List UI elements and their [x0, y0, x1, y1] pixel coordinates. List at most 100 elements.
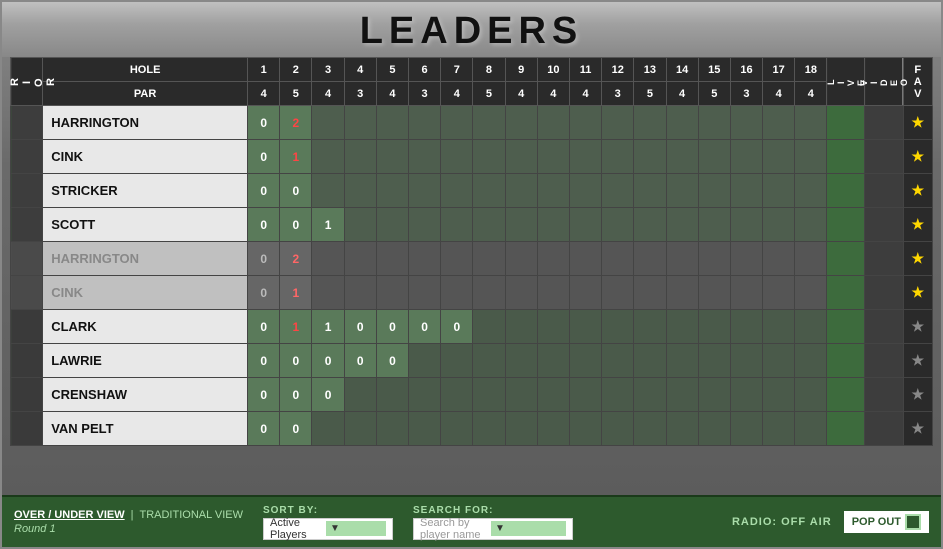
- star-gold-icon[interactable]: ★: [911, 284, 924, 300]
- prior-cell: [11, 208, 43, 242]
- video-cell: [865, 242, 903, 276]
- live-cell: [827, 208, 865, 242]
- hole-score-cell: [569, 344, 601, 378]
- hole-18-header: 18: [795, 58, 827, 82]
- hole-score-cell: [473, 310, 505, 344]
- hole-7-header: 7: [441, 58, 473, 82]
- over-under-view-link[interactable]: OVER / UNDER VIEW: [14, 509, 125, 521]
- page-title: LEADERS: [2, 10, 941, 53]
- hole-score-cell: [473, 378, 505, 412]
- fav-cell[interactable]: ★: [903, 344, 932, 378]
- round-label: Round 1: [14, 523, 243, 535]
- star-gold-icon[interactable]: ★: [911, 182, 924, 198]
- hole-score-cell: [602, 344, 634, 378]
- fav-cell[interactable]: ★: [903, 174, 932, 208]
- hole-score-cell: [473, 412, 505, 446]
- star-gray-icon[interactable]: ★: [911, 386, 924, 402]
- hole-score-cell: 0: [441, 310, 473, 344]
- hole-score-cell: [634, 174, 666, 208]
- table-row: CLARK0110000★: [11, 310, 933, 344]
- hole-score-cell: 0: [248, 140, 280, 174]
- video-cell: [865, 174, 903, 208]
- hole-score-cell: [666, 208, 698, 242]
- hole-score-cell: [537, 174, 569, 208]
- par-18: 4: [795, 82, 827, 106]
- star-gold-icon[interactable]: ★: [911, 114, 924, 130]
- video-header: VIDEO: [865, 58, 903, 106]
- hole-score-cell: 0: [312, 344, 344, 378]
- hole-score-cell: [569, 412, 601, 446]
- hole-score-cell: [666, 344, 698, 378]
- hole-score-cell: [312, 140, 344, 174]
- traditional-view-link[interactable]: TRADITIONAL VIEW: [139, 509, 243, 521]
- hole-score-cell: [634, 140, 666, 174]
- search-dropdown[interactable]: Search by player name ▼: [413, 518, 573, 540]
- hole-score-cell: [537, 310, 569, 344]
- fav-cell[interactable]: ★: [903, 140, 932, 174]
- leaderboard-table: PRIOR HOLE 1 2 3 4 5 6 7 8 9 10 11 12: [10, 57, 933, 446]
- hole-score-cell: [537, 140, 569, 174]
- hole-score-cell: [409, 378, 441, 412]
- star-gray-icon[interactable]: ★: [911, 318, 924, 334]
- video-cell: [865, 378, 903, 412]
- hole-score-cell: [569, 208, 601, 242]
- hole-score-cell: [441, 106, 473, 140]
- hole-score-cell: [666, 276, 698, 310]
- live-cell: [827, 174, 865, 208]
- fav-cell[interactable]: ★: [903, 378, 932, 412]
- fav-cell[interactable]: ★: [903, 276, 932, 310]
- hole-score-cell: [569, 310, 601, 344]
- table-row: STRICKER00★: [11, 174, 933, 208]
- star-gray-icon[interactable]: ★: [911, 420, 924, 436]
- hole-score-cell: [569, 140, 601, 174]
- video-cell: [865, 412, 903, 446]
- live-cell: [827, 412, 865, 446]
- hole-score-cell: [344, 140, 376, 174]
- fav-cell[interactable]: ★: [903, 242, 932, 276]
- prior-cell: [11, 140, 43, 174]
- par-header-row: PAR 4 5 4 3 4 3 4 5 4 4 4 3 5 4: [11, 82, 933, 106]
- fav-cell[interactable]: ★: [903, 106, 932, 140]
- par-label: PAR: [43, 82, 248, 106]
- hole-score-cell: [537, 208, 569, 242]
- hole-score-cell: [795, 208, 827, 242]
- hole-2-header: 2: [280, 58, 312, 82]
- hole-score-cell: [698, 208, 730, 242]
- hole-score-cell: [730, 140, 762, 174]
- hole-score-cell: [698, 106, 730, 140]
- hole-score-cell: [763, 378, 795, 412]
- hole-score-cell: [505, 378, 537, 412]
- hole-score-cell: [376, 412, 408, 446]
- hole-score-cell: [441, 412, 473, 446]
- star-gold-icon[interactable]: ★: [911, 148, 924, 164]
- fav-cell[interactable]: ★: [903, 412, 932, 446]
- hole-score-cell: [344, 106, 376, 140]
- hole-score-cell: [441, 140, 473, 174]
- search-dropdown-arrow: ▼: [491, 521, 566, 536]
- fav-cell[interactable]: ★: [903, 208, 932, 242]
- hole-score-cell: [569, 174, 601, 208]
- par-3: 4: [312, 82, 344, 106]
- fav-cell[interactable]: ★: [903, 310, 932, 344]
- hole-score-cell: [441, 344, 473, 378]
- star-gray-icon[interactable]: ★: [911, 352, 924, 368]
- par-2: 5: [280, 82, 312, 106]
- par-11: 4: [569, 82, 601, 106]
- hole-score-cell: [505, 344, 537, 378]
- hole-score-cell: [763, 412, 795, 446]
- hole-score-cell: 0: [376, 310, 408, 344]
- hole-score-cell: [730, 242, 762, 276]
- hole-16-header: 16: [730, 58, 762, 82]
- hole-score-cell: 0: [280, 378, 312, 412]
- sort-dropdown[interactable]: Active Players ▼: [263, 518, 393, 540]
- star-gold-icon[interactable]: ★: [911, 216, 924, 232]
- hole-13-header: 13: [634, 58, 666, 82]
- hole-score-cell: [795, 106, 827, 140]
- par-10: 4: [537, 82, 569, 106]
- player-name: HARRINGTON: [43, 242, 248, 276]
- hole-score-cell: [409, 140, 441, 174]
- pop-out-button[interactable]: POP OUT: [844, 511, 929, 533]
- star-gold-icon[interactable]: ★: [911, 250, 924, 266]
- hole-score-cell: 1: [280, 276, 312, 310]
- hole-score-cell: [795, 140, 827, 174]
